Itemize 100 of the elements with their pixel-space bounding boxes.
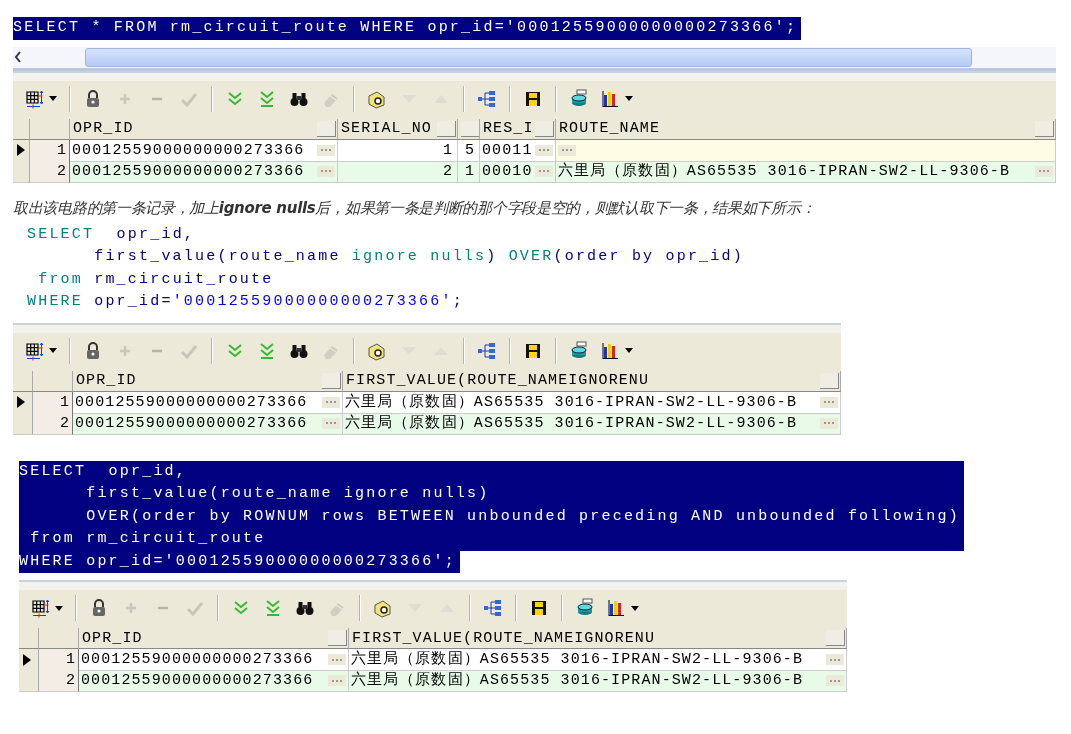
column-title: FIRST_VALUE(ROUTE_NAMEIGNORENU [352, 629, 656, 647]
header-button[interactable] [328, 630, 347, 646]
ellipsis-icon [325, 400, 337, 404]
ellipsis-button[interactable] [317, 165, 335, 177]
bar-chart-icon[interactable] [607, 598, 627, 618]
ellipsis-button[interactable] [535, 165, 553, 177]
corner-cell [30, 118, 70, 140]
row-number: 2 [33, 412, 73, 435]
column-title: RES_I [483, 120, 534, 137]
bar-chart-icon[interactable] [601, 88, 621, 109]
cell-value: 00010 [482, 161, 533, 182]
row-indicator[interactable] [13, 391, 33, 414]
column-title: OPR_ID [82, 629, 143, 647]
column-header[interactable]: ROUTE_NAME [556, 118, 1056, 140]
grid-icon[interactable] [25, 88, 45, 109]
code-line: from rm_circuit_route [37, 269, 275, 290]
column-header[interactable]: FIRST_VALUE(ROUTE_NAMEIGNORENU [343, 370, 841, 392]
database-icon[interactable] [575, 598, 595, 618]
column-title: ROUTE_NAME [559, 120, 660, 137]
row-indicator[interactable] [13, 139, 30, 162]
ellipsis-button[interactable] [826, 675, 844, 686]
ellipsis-button[interactable] [322, 396, 340, 408]
column-header[interactable]: OPR_ID [73, 370, 343, 392]
ellipsis-button[interactable] [820, 417, 838, 429]
column-header[interactable]: OPR_ID [70, 118, 338, 140]
cell-value: 00012559000000000273366 [72, 140, 305, 161]
column-header[interactable]: SERIAL_NO [338, 118, 458, 140]
caret-icon[interactable] [49, 96, 57, 101]
ellipsis-icon [1038, 169, 1050, 173]
grid-icon[interactable] [31, 598, 51, 618]
ellipsis-icon [331, 678, 343, 683]
header-button[interactable] [437, 120, 456, 137]
code-line: WHERE opr_id='00012559000000000273366'; [27, 292, 465, 312]
column-title: OPR_ID [76, 372, 137, 389]
ellipsis-button[interactable] [328, 675, 346, 686]
caret-icon[interactable] [49, 348, 57, 353]
ellipsis-icon [538, 148, 550, 152]
header-button[interactable] [322, 372, 341, 389]
ellipsis-button[interactable] [322, 417, 340, 429]
database-icon[interactable] [569, 340, 589, 361]
table-cell: 1 [338, 139, 458, 162]
cell-value: 00012559000000000273366 [81, 671, 314, 691]
ellipsis-button[interactable] [826, 654, 844, 665]
column-header[interactable]: RES_I [480, 118, 556, 140]
ellipsis-icon [331, 657, 343, 662]
ellipsis-icon [823, 421, 835, 425]
column-title: OPR_ID [73, 120, 134, 137]
tree-icon[interactable] [483, 598, 503, 618]
cell-value: 00012559000000000273366 [75, 413, 308, 434]
cell-value: 00012559000000000273366 [75, 392, 308, 413]
ellipsis-button[interactable] [558, 144, 576, 156]
header-button[interactable] [317, 120, 336, 137]
row-pointer-icon [17, 144, 25, 156]
ellipsis-icon [325, 421, 337, 425]
tree-icon[interactable] [477, 88, 497, 109]
cell-value: 六里局（原数固）AS65535 3016-IPRAN-SW2-LL-9306-B [345, 392, 798, 413]
header-button[interactable] [1035, 120, 1054, 137]
row-indicator[interactable] [19, 649, 39, 671]
cell-value: 六里局（原数固）AS65535 3016-IPRAN-SW2-LL-9306-B [558, 161, 1011, 182]
code-line: SELECT opr_id, [27, 224, 197, 245]
scrollbar[interactable] [13, 46, 1056, 71]
caret-icon[interactable] [55, 605, 63, 611]
scroll-thumb[interactable] [85, 47, 972, 67]
corner-cell [13, 370, 33, 392]
cell-value: 六里局（原数固）AS65535 3016-IPRAN-SW2-LL-9306-B [351, 670, 804, 691]
paragraph: 取出该电路的第一条记录，加上ignore nulls后，如果第一条是判断的那个字段是空的，则默认取下一条，结果如下所示： [13, 198, 817, 218]
ellipsis-icon [829, 657, 841, 662]
corner-cell [33, 370, 73, 392]
tree-icon[interactable] [477, 340, 497, 361]
table-cell: 2 [338, 160, 458, 183]
table-cell: 5 [458, 139, 480, 162]
caret-icon[interactable] [625, 348, 633, 353]
column-title: FIRST_VALUE(ROUTE_NAMEIGNORENU [346, 372, 650, 389]
row-number: 1 [30, 139, 70, 162]
header-button[interactable] [820, 372, 839, 389]
cell-value: 00011 [482, 140, 533, 161]
ellipsis-icon [320, 169, 332, 173]
row-number: 2 [39, 670, 79, 692]
caret-icon[interactable] [625, 96, 633, 101]
caret-icon[interactable] [631, 605, 639, 611]
row-number: 2 [30, 160, 70, 183]
ellipsis-button[interactable] [317, 144, 335, 156]
ellipsis-icon [829, 678, 841, 683]
ellipsis-icon [823, 400, 835, 404]
ellipsis-button[interactable] [535, 144, 553, 156]
ellipsis-button[interactable] [328, 654, 346, 665]
column-title: SERIAL_NO [341, 120, 432, 137]
ellipsis-button[interactable] [820, 396, 838, 408]
cell-value: 六里局（原数固）AS65535 3016-IPRAN-SW2-LL-9306-B [351, 649, 804, 670]
save-icon[interactable] [529, 598, 549, 618]
ellipsis-icon [320, 148, 332, 152]
header-button[interactable] [535, 120, 554, 137]
row-number: 1 [33, 391, 73, 414]
bar-chart-icon[interactable] [601, 340, 621, 361]
database-icon[interactable] [569, 88, 589, 109]
ellipsis-button[interactable] [1035, 165, 1053, 177]
header-button[interactable] [826, 630, 845, 646]
code-line: first_value(route_name ignore nulls) OVER(order by opr_id) [93, 247, 744, 267]
ellipsis-icon [538, 169, 550, 173]
grid-icon[interactable] [25, 340, 45, 361]
